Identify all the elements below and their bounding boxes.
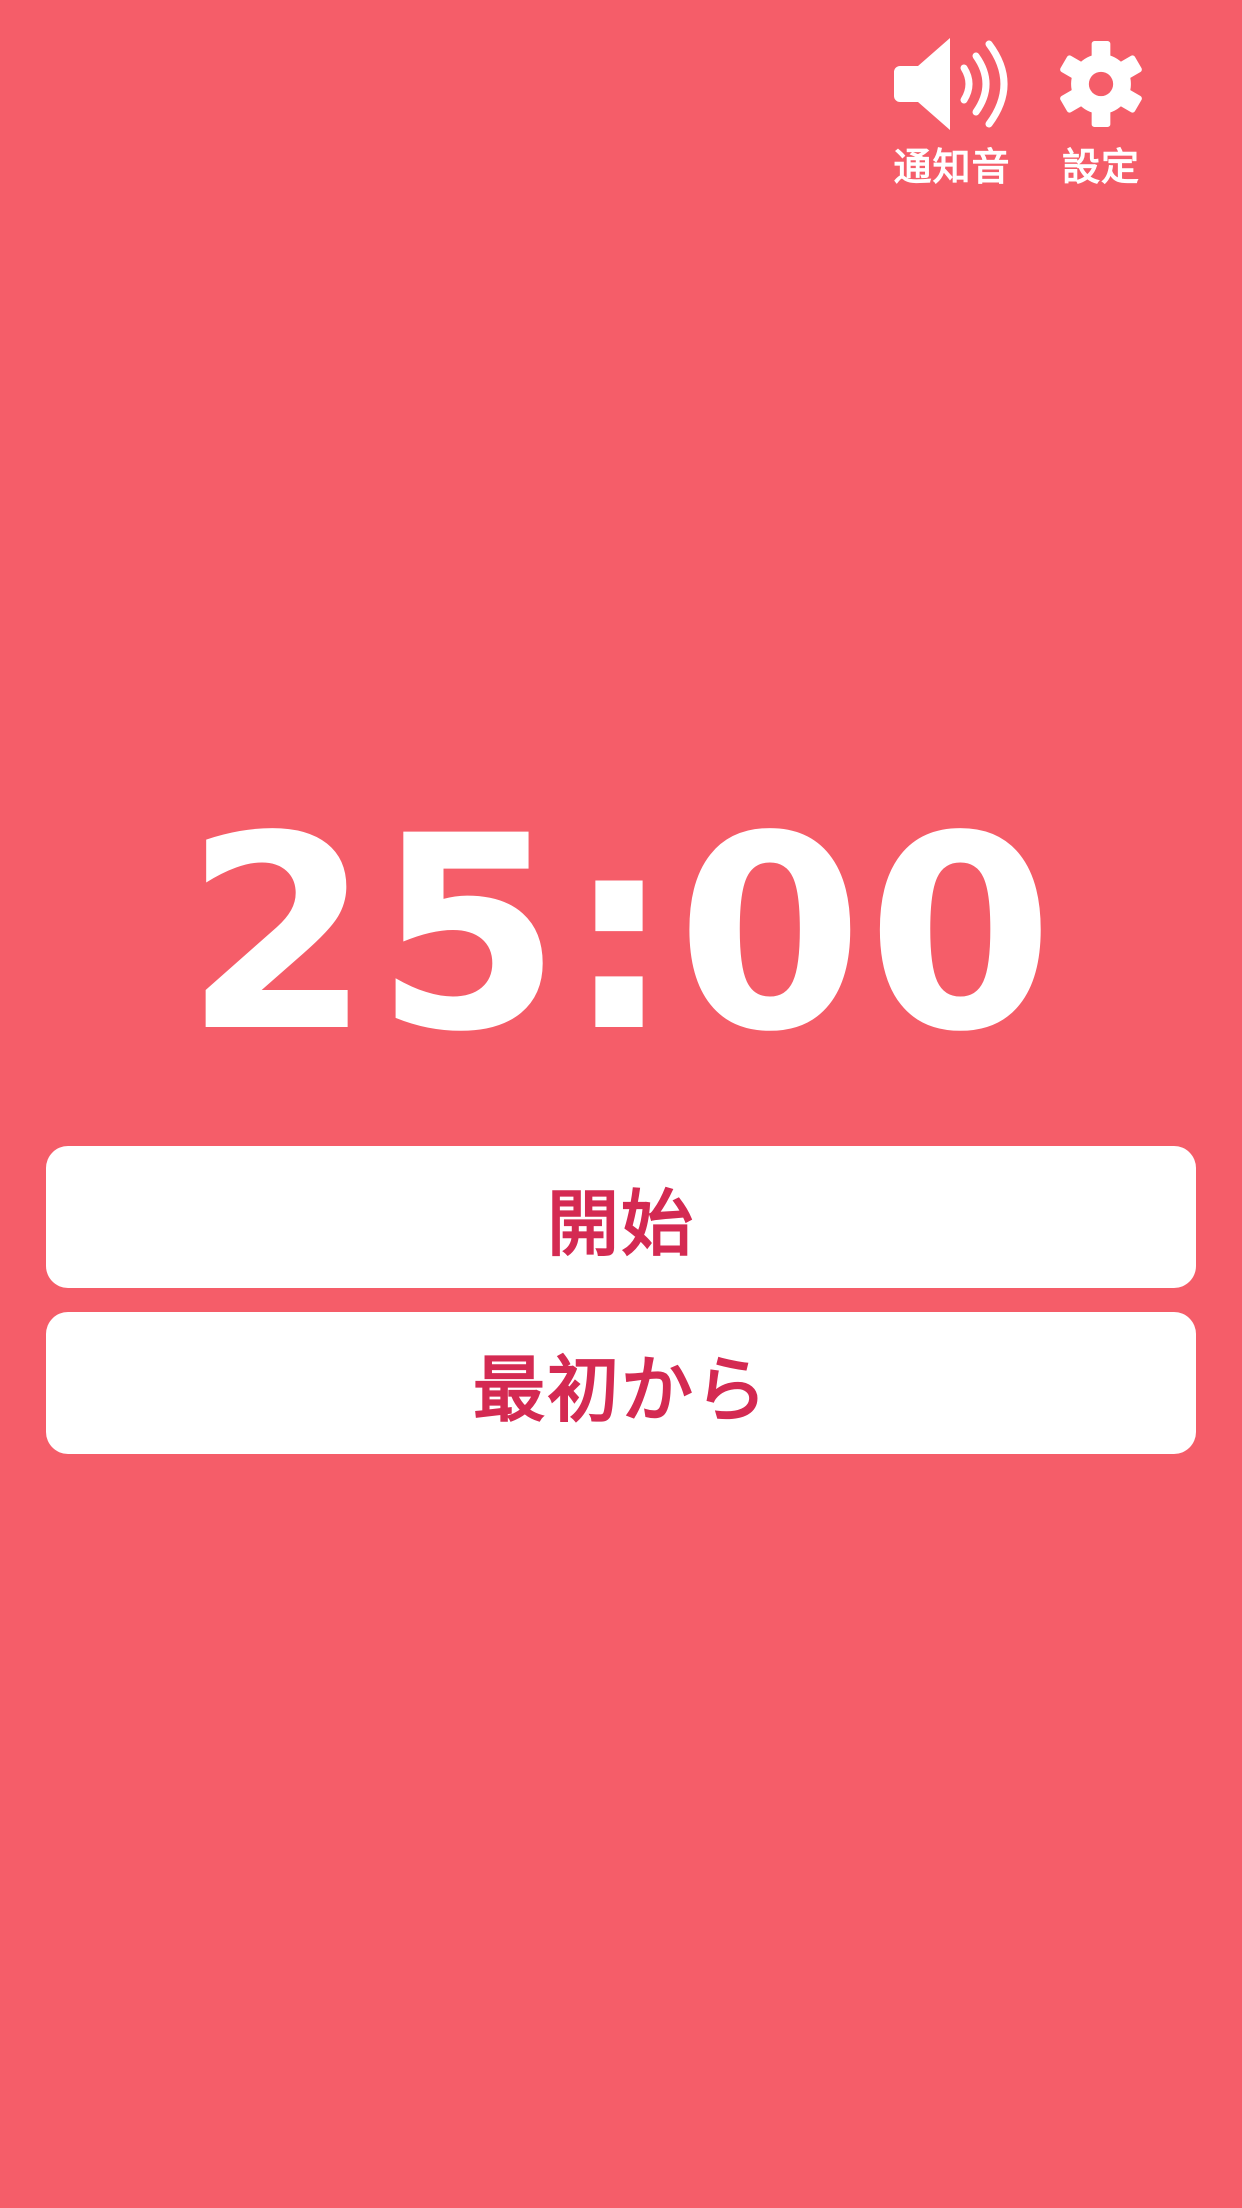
settings-label: 設定 xyxy=(1061,145,1140,189)
gear-icon xyxy=(1060,41,1142,127)
start-button[interactable]: 開始 xyxy=(46,1146,1196,1288)
reset-button-label: 最初から xyxy=(472,1347,769,1432)
settings-button[interactable]: 設定 xyxy=(1058,38,1144,191)
notification-sound-button[interactable]: 通知音 xyxy=(892,38,1012,191)
reset-button[interactable]: 最初から xyxy=(46,1312,1196,1454)
notification-sound-label: 通知音 xyxy=(893,145,1011,189)
speaker-icon xyxy=(894,38,1008,130)
top-controls: 通知音 設定 xyxy=(892,38,1144,191)
timer-display: 25:00 xyxy=(184,779,1058,1091)
start-button-label: 開始 xyxy=(546,1181,695,1266)
